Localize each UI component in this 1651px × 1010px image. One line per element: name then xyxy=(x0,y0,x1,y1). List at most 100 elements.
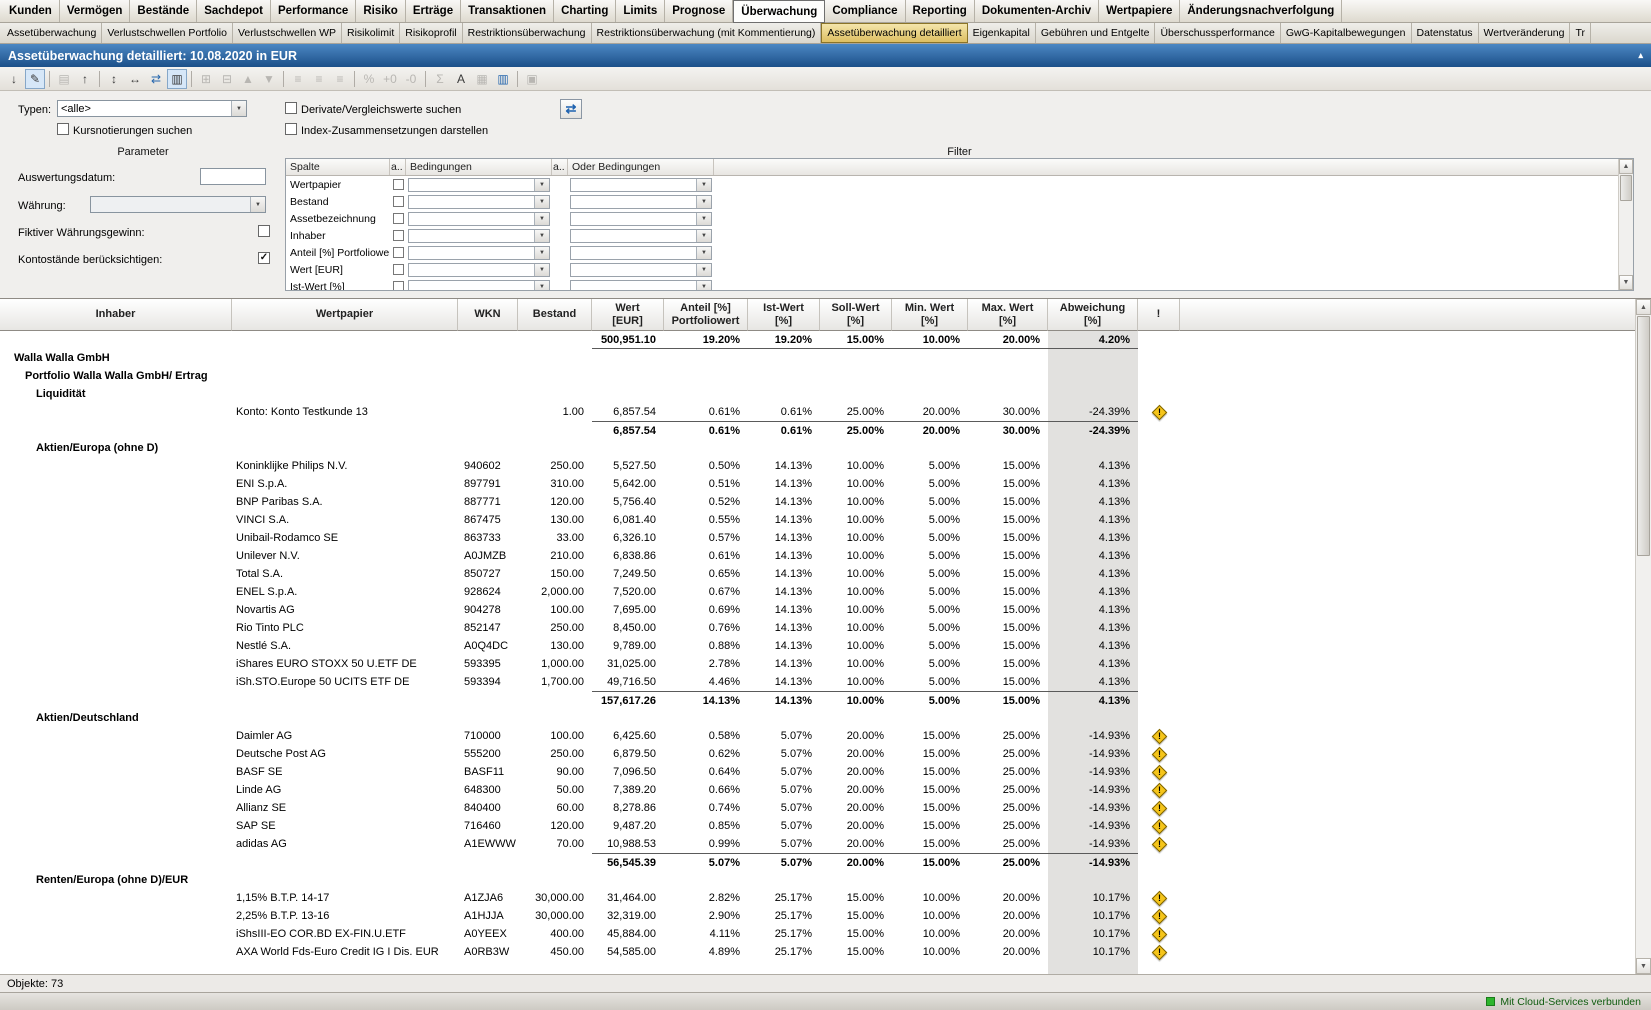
table-row[interactable]: adidas AGA1EWWW70.0010,988.530.99%5.07%2… xyxy=(0,835,1635,853)
table-row[interactable]: Novartis AG904278100.007,695.000.69%14.1… xyxy=(0,601,1635,619)
menu-tab-charting[interactable]: Charting xyxy=(554,0,616,22)
typen-select[interactable]: <alle> ▼ xyxy=(57,100,247,117)
table-row[interactable]: iShsIII-EO COR.BD EX-FIN.U.ETFA0YEEX400.… xyxy=(0,925,1635,943)
waehrung-select[interactable]: ▼ xyxy=(90,196,266,213)
filter-oder-bedingungen-select[interactable]: ▼ xyxy=(570,178,712,192)
chevron-down-icon[interactable]: ▼ xyxy=(696,213,711,225)
tab-datenstatus[interactable]: Datenstatus xyxy=(1412,23,1479,43)
tab-gwg-kapitalbewegungen[interactable]: GwG-Kapitalbewegungen xyxy=(1281,23,1412,43)
table-row[interactable]: iShares EURO STOXX 50 U.ETF DE5933951,00… xyxy=(0,655,1635,673)
table-row[interactable]: Konto: Konto Testkunde 131.006,857.540.6… xyxy=(0,403,1635,421)
column-header-soll[interactable]: Soll-Wert [%] xyxy=(820,299,892,331)
menu-tab-performance[interactable]: Performance xyxy=(271,0,356,22)
tab-uberschussperformance[interactable]: Überschussperformance xyxy=(1155,23,1280,43)
tab-wertveranderung[interactable]: Wertveränderung xyxy=(1479,23,1571,43)
kursnotierungen-checkbox[interactable] xyxy=(57,123,69,135)
chevron-down-icon[interactable]: ▼ xyxy=(231,101,246,116)
table-row[interactable]: Koninklijke Philips N.V.940602250.005,52… xyxy=(0,457,1635,475)
filter-oder-bedingungen-select[interactable]: ▼ xyxy=(570,280,712,292)
chevron-down-icon[interactable]: ▼ xyxy=(534,264,549,276)
chevron-down-icon[interactable]: ▼ xyxy=(696,281,711,292)
column-header-inhaber[interactable]: Inhaber xyxy=(0,299,232,331)
table-scrollbar-thumb[interactable] xyxy=(1637,316,1650,556)
menu-tab-limits[interactable]: Limits xyxy=(616,0,665,22)
filter-and-checkbox[interactable] xyxy=(393,281,404,291)
tab-eigenkapital[interactable]: Eigenkapital xyxy=(968,23,1036,43)
filter-bedingungen-select[interactable]: ▼ xyxy=(408,229,550,243)
table-scrollbar[interactable]: ▲ ▼ xyxy=(1635,299,1651,974)
filter-oder-bedingungen-select[interactable]: ▼ xyxy=(570,246,712,260)
table-row[interactable]: iSh.STO.Europe 50 UCITS ETF DE5933941,70… xyxy=(0,673,1635,691)
filter-and-checkbox[interactable] xyxy=(393,264,404,275)
filter-bedingungen-select[interactable]: ▼ xyxy=(408,195,550,209)
group-row[interactable]: Renten/Europa (ohne D)/EUR xyxy=(0,871,1635,889)
chevron-down-icon[interactable]: ▼ xyxy=(534,281,549,292)
table-row[interactable]: Allianz SE84040060.008,278.860.74%5.07%2… xyxy=(0,799,1635,817)
export-icon[interactable]: ↓ xyxy=(4,69,24,89)
column-header-bestand[interactable]: Bestand xyxy=(518,299,592,331)
refresh-button[interactable]: ⇄ xyxy=(560,99,582,119)
filter-bedingungen-select[interactable]: ▼ xyxy=(408,212,550,226)
chevron-down-icon[interactable]: ▼ xyxy=(534,247,549,259)
fit-rows-icon[interactable]: ↕ xyxy=(104,69,124,89)
tab-restriktionsuberwachung-mit-kommentierung[interactable]: Restriktionsüberwachung (mit Kommentieru… xyxy=(592,23,822,43)
column-header-wkn[interactable]: WKN xyxy=(458,299,518,331)
filter-and-checkbox[interactable] xyxy=(393,247,404,258)
filter-oder-bedingungen-select[interactable]: ▼ xyxy=(570,229,712,243)
column-header-wert[interactable]: Wert [EUR] xyxy=(592,299,664,331)
filter-bedingungen-select[interactable]: ▼ xyxy=(408,263,550,277)
tab-assetuberwachung[interactable]: Assetüberwachung xyxy=(2,23,102,43)
chart-icon[interactable]: ▥ xyxy=(493,69,513,89)
menu-tab-prognose[interactable]: Prognose xyxy=(665,0,733,22)
table-row[interactable]: Linde AG64830050.007,389.200.66%5.07%20.… xyxy=(0,781,1635,799)
chevron-down-icon[interactable]: ▼ xyxy=(534,196,549,208)
upload-icon[interactable]: ↑ xyxy=(75,69,95,89)
table-row[interactable]: BASF SEBASF1190.007,096.500.64%5.07%20.0… xyxy=(0,763,1635,781)
scroll-down-icon[interactable]: ▼ xyxy=(1619,275,1633,290)
derivate-checkbox[interactable] xyxy=(285,102,297,114)
filter-and-checkbox[interactable] xyxy=(393,213,404,224)
column-header-max[interactable]: Max. Wert [%] xyxy=(968,299,1048,331)
filter-and-checkbox[interactable] xyxy=(393,230,404,241)
group-row[interactable]: Portfolio Walla Walla GmbH/ Ertrag xyxy=(0,367,1635,385)
tab-tr[interactable]: Tr xyxy=(1570,23,1591,43)
table-row[interactable]: Nestlé S.A.A0Q4DC130.009,789.000.88%14.1… xyxy=(0,637,1635,655)
scroll-up-icon[interactable]: ▲ xyxy=(1619,159,1633,174)
table-row[interactable]: Unilever N.V.A0JMZB210.006,838.860.61%14… xyxy=(0,547,1635,565)
menu-tab-dokumenten-archiv[interactable]: Dokumenten-Archiv xyxy=(975,0,1099,22)
menu-tab-kunden[interactable]: Kunden xyxy=(2,0,60,22)
menu-tab-sachdepot[interactable]: Sachdepot xyxy=(197,0,271,22)
column-header-min[interactable]: Min. Wert [%] xyxy=(892,299,968,331)
filter-and-checkbox[interactable] xyxy=(393,179,404,190)
filter-oder-bedingungen-select[interactable]: ▼ xyxy=(570,263,712,277)
menu-tab-risiko[interactable]: Risiko xyxy=(356,0,406,22)
chevron-down-icon[interactable]: ▼ xyxy=(696,247,711,259)
fiktiver-waehrungsgewinn-checkbox[interactable] xyxy=(258,225,270,237)
column-selection-icon[interactable]: ▥ xyxy=(167,69,187,89)
menu-tab-ertrage[interactable]: Erträge xyxy=(406,0,461,22)
column-header-ist[interactable]: Ist-Wert [%] xyxy=(748,299,820,331)
group-row[interactable]: Aktien/Europa (ohne D) xyxy=(0,439,1635,457)
filter-oder-bedingungen-select[interactable]: ▼ xyxy=(570,195,712,209)
fit-columns-icon[interactable]: ↔ xyxy=(125,69,145,89)
menu-tab-compliance[interactable]: Compliance xyxy=(825,0,905,22)
table-row[interactable]: Deutsche Post AG555200250.006,879.500.62… xyxy=(0,745,1635,763)
tab-gebuhren-und-entgelte[interactable]: Gebühren und Entgelte xyxy=(1036,23,1156,43)
menu-tab-bestande[interactable]: Bestände xyxy=(130,0,197,22)
tab-risikolimit[interactable]: Risikolimit xyxy=(342,23,400,43)
filter-grid-scrollbar[interactable]: ▲ ▼ xyxy=(1618,159,1633,290)
chevron-down-icon[interactable]: ▼ xyxy=(534,230,549,242)
table-row[interactable]: 1,15% B.T.P. 14-17A1ZJA630,000.0031,464.… xyxy=(0,889,1635,907)
subtotal-row[interactable]: 56,545.395.07%5.07%20.00%15.00%25.00%-14… xyxy=(0,853,1635,871)
filter-oder-bedingungen-select[interactable]: ▼ xyxy=(570,212,712,226)
font-icon[interactable]: A xyxy=(451,69,471,89)
scroll-down-icon[interactable]: ▼ xyxy=(1636,958,1651,974)
chevron-down-icon[interactable]: ▼ xyxy=(534,213,549,225)
chevron-down-icon[interactable]: ▼ xyxy=(696,179,711,191)
table-row[interactable]: Rio Tinto PLC852147250.008,450.000.76%14… xyxy=(0,619,1635,637)
menu-tab-anderungsnachverfolgung[interactable]: Änderungsnachverfolgung xyxy=(1180,0,1342,22)
menu-tab-vermogen[interactable]: Vermögen xyxy=(60,0,131,22)
group-row[interactable]: Walla Walla GmbH xyxy=(0,349,1635,367)
column-header-abw[interactable]: Abweichung [%] xyxy=(1048,299,1138,331)
table-row[interactable]: BNP Paribas S.A.887771120.005,756.400.52… xyxy=(0,493,1635,511)
